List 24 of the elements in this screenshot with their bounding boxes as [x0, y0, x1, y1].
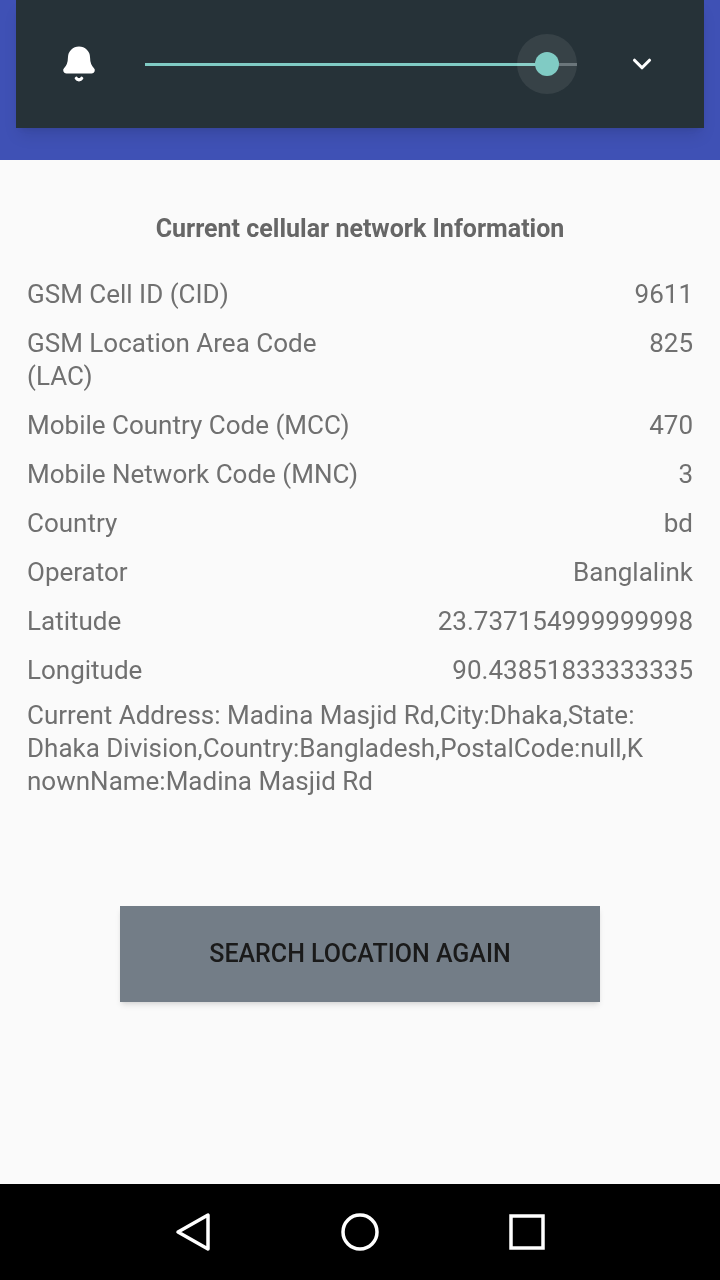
info-label: Latitude [27, 604, 122, 638]
info-value: 23.737154999999998 [437, 604, 693, 638]
info-value: bd [663, 506, 693, 540]
search-location-button[interactable]: SEARCH LOCATION AGAIN [120, 905, 600, 1002]
info-label: GSM Cell ID (CID) [27, 277, 229, 311]
info-value: 90.43851833333335 [452, 653, 693, 687]
home-icon[interactable] [340, 1212, 380, 1252]
info-label: Country [27, 506, 118, 540]
recents-icon[interactable] [509, 1214, 546, 1250]
volume-slider[interactable] [145, 34, 577, 94]
info-value: 9611 [634, 277, 693, 311]
info-label: Longitude [27, 653, 143, 687]
address-text: Current Address: Madina Masjid Rd,City:Dhaka,State:Dhaka Division,Country:Bangladesh,PostalCode:null,KnownName:Madina Masjid Rd [27, 698, 644, 798]
info-value: 825 [649, 326, 693, 360]
info-value: 470 [649, 408, 693, 442]
info-value: 3 [678, 457, 693, 491]
info-label: Mobile Network Code (MNC) [27, 457, 359, 491]
info-label: GSM Location Area Code (LAC) [27, 326, 318, 393]
back-icon[interactable] [174, 1212, 211, 1252]
info-label: Mobile Country Code (MCC) [27, 408, 350, 442]
info-label: Operator [27, 555, 128, 589]
bell-icon[interactable] [60, 45, 98, 83]
info-value: Banglalink [573, 555, 693, 589]
section-title: Current cellular network Information [154, 213, 566, 245]
